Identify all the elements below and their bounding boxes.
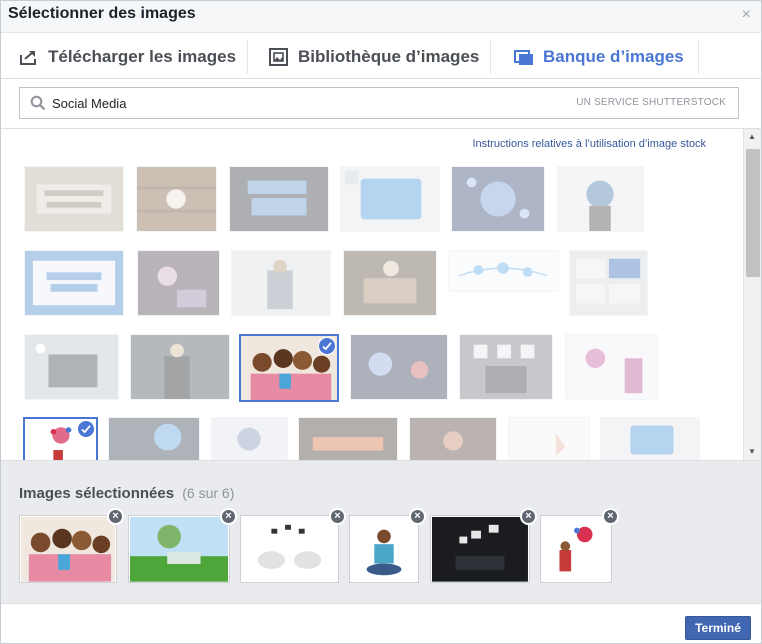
remove-selected-image-button[interactable]: × [107,508,124,525]
remove-selected-image-button[interactable]: × [329,508,346,525]
upload-icon [20,50,36,65]
stock-thumbnail[interactable] [340,166,440,232]
tab-upload-images[interactable]: Télécharger les images [19,34,236,79]
remove-selected-image-button[interactable]: × [409,508,426,525]
tab-stock-images[interactable]: Banque d’images [514,34,684,79]
stock-thumbnail[interactable] [211,417,288,460]
selected-images-panel: Images sélectionnées (6 sur 6) × × × × ×… [1,460,761,603]
stock-thumbnail[interactable] [569,250,648,316]
scroll-up-arrow-icon[interactable]: ▲ [748,132,756,141]
selected-image[interactable]: × [540,508,619,583]
tab-divider [247,40,248,74]
selected-images-label: Images sélectionnées [19,485,175,502]
stock-thumbnail[interactable] [24,166,124,232]
stock-thumbnail-selected[interactable] [239,334,339,402]
stock-thumbnail[interactable] [298,417,398,460]
stock-results-area: Instructions relatives à l’utilisation d… [1,128,761,460]
stock-thumbnail[interactable] [409,417,497,460]
stock-thumbnail[interactable] [448,250,559,292]
remove-selected-image-button[interactable]: × [602,508,619,525]
selected-image[interactable]: × [240,508,346,583]
image-library-icon [269,47,288,66]
remove-selected-image-button[interactable]: × [520,508,537,525]
tab-upload-label: Télécharger les images [48,46,237,66]
stock-thumbnail[interactable] [130,334,230,400]
stock-thumbnail[interactable] [24,250,124,316]
selected-image[interactable]: × [430,508,537,583]
stock-images-icon [514,49,533,65]
selected-image[interactable]: × [128,508,237,583]
scroll-down-arrow-icon[interactable]: ▼ [748,447,756,456]
close-icon[interactable]: × [742,6,751,24]
tab-divider [490,40,491,74]
stock-thumbnail[interactable] [451,166,545,232]
tab-divider [698,40,699,74]
remove-selected-image-button[interactable]: × [220,508,237,525]
results-scrollbar[interactable]: ▲ ▼ [743,129,761,460]
provider-label: UN SERVICE SHUTTERSTOCK [576,97,726,108]
stock-thumbnail[interactable] [557,166,644,232]
search-input[interactable] [52,93,552,113]
tab-image-library-label: Bibliothèque d’images [298,46,480,66]
stock-thumbnail[interactable] [24,334,119,400]
stock-thumbnail[interactable] [136,166,217,232]
source-tabs: Télécharger les images Bibliothèque d’im… [1,34,761,79]
stock-thumbnail[interactable] [343,250,437,316]
selected-images-heading: Images sélectionnées (6 sur 6) [19,485,234,502]
stock-thumbnail[interactable] [600,417,700,460]
stock-thumbnail[interactable] [350,334,448,400]
selected-image[interactable]: × [349,508,426,583]
stock-thumbnail-selected[interactable] [23,417,98,460]
thumbnail-grid [1,129,743,460]
stock-thumbnail[interactable] [137,250,220,316]
stock-thumbnail[interactable] [459,334,553,400]
scrollbar-thumb[interactable] [746,149,760,277]
stock-thumbnail[interactable] [108,417,200,460]
dialog-title: Sélectionner des images [8,5,196,22]
stock-search-box: UN SERVICE SHUTTERSTOCK [19,87,739,119]
check-icon [77,420,95,438]
check-icon [318,337,336,355]
selected-images-count: (6 sur 6) [182,485,235,501]
tab-stock-images-label: Banque d’images [543,46,684,66]
dialog-titlebar: Sélectionner des images × [1,1,761,33]
select-images-dialog: Sélectionner des images × Télécharger le… [0,0,762,644]
dialog-footer: Terminé [1,603,761,643]
selected-image[interactable]: × [19,508,124,583]
stock-thumbnail[interactable] [508,417,590,460]
stock-thumbnail[interactable] [229,166,329,232]
search-icon [30,95,46,111]
stock-thumbnail[interactable] [231,250,331,316]
tab-image-library[interactable]: Bibliothèque d’images [269,34,479,79]
done-button[interactable]: Terminé [685,616,751,640]
stock-thumbnail[interactable] [565,334,658,400]
